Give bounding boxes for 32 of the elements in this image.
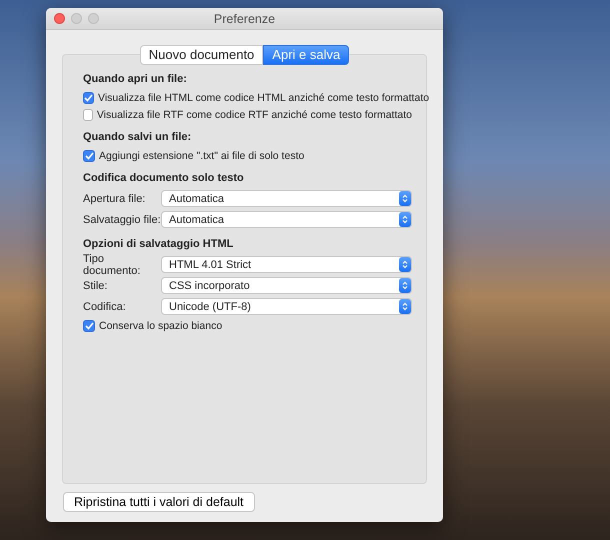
section-heading: Codifica documento solo testo: [83, 172, 245, 184]
checkbox[interactable]: [83, 320, 95, 332]
tab[interactable]: Apri e salva: [263, 45, 350, 65]
checkbox-label: Visualizza file RTF come codice RTF anziché come testo formattato: [96, 108, 412, 120]
checkbox-label: Conserva lo spazio bianco: [99, 320, 222, 332]
checkbox[interactable]: [83, 92, 94, 104]
tab[interactable]: Nuovo documento: [140, 45, 264, 65]
stepper-arrows-icon: [399, 257, 411, 272]
checkbox[interactable]: [83, 108, 93, 120]
window-title: Preferenze: [214, 12, 276, 26]
checkbox[interactable]: [83, 150, 95, 162]
checkbox-label: Aggiungi estensione ".txt" ai file di solo testo: [99, 150, 304, 162]
stepper-arrows-icon: [399, 212, 411, 227]
popup-menu[interactable]: Automatica: [161, 190, 412, 207]
popup-menu[interactable]: Automatica: [161, 211, 412, 228]
field-label: Stile:: [83, 280, 108, 292]
field-label: Salvataggio file:: [83, 214, 161, 226]
reset-defaults-button[interactable]: Ripristina tutti i valori di default: [63, 492, 255, 512]
checkbox-label: Visualizza file HTML come codice HTML anziché come testo formattato: [98, 92, 430, 104]
stepper-arrows-icon: [399, 278, 411, 293]
popup-menu[interactable]: CSS incorporato: [161, 277, 412, 294]
section-heading: Quando apri un file:: [83, 73, 188, 85]
stepper-arrows-icon: [399, 299, 411, 314]
stepper-arrows-icon: [399, 191, 411, 206]
field-label: Apertura file:: [83, 192, 146, 204]
field-label: Tipo documento:: [83, 252, 142, 276]
section-heading: Quando salvi un file:: [83, 131, 192, 143]
field-label: Codifica:: [83, 300, 127, 312]
close-button[interactable]: [54, 13, 65, 24]
section-heading: Opzioni di salvataggio HTML: [83, 238, 234, 250]
popup-menu[interactable]: Unicode (UTF-8): [161, 298, 412, 315]
popup-menu[interactable]: HTML 4.01 Strict: [161, 256, 412, 273]
